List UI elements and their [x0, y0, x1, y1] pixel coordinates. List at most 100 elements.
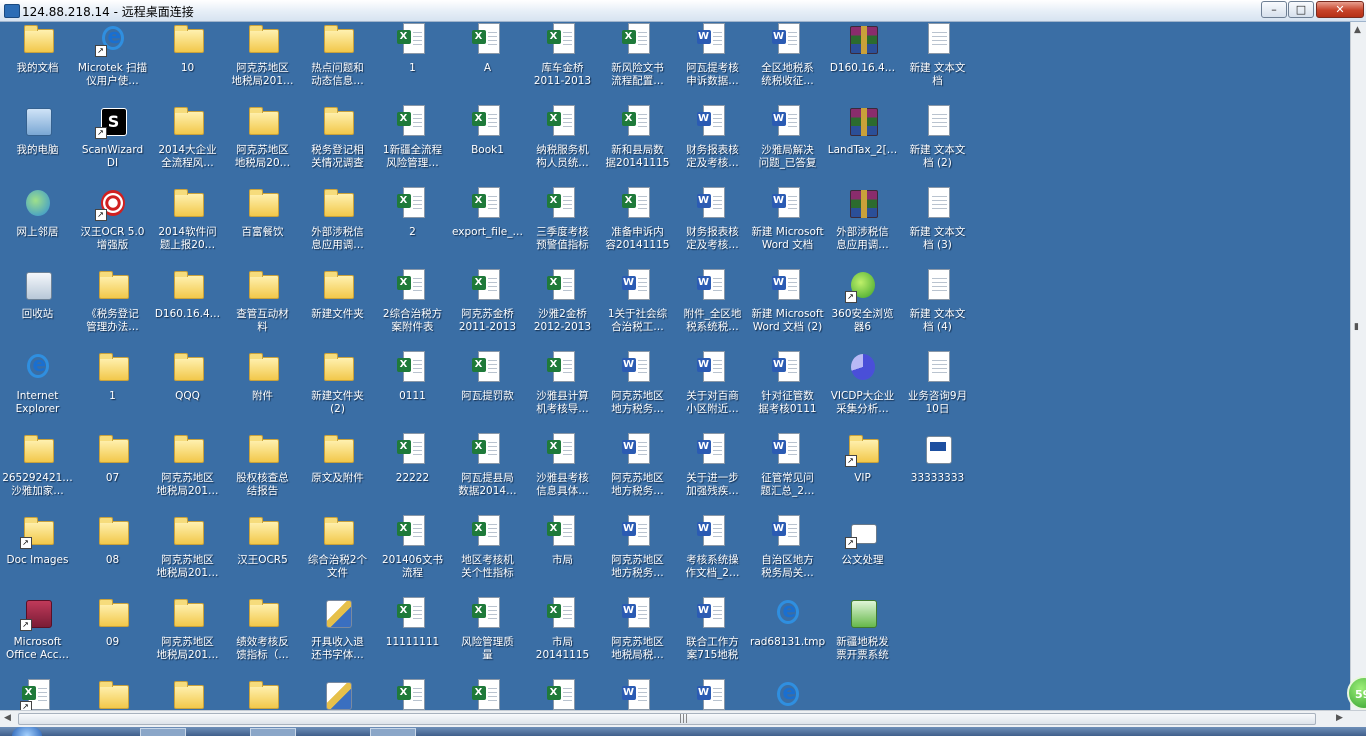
- taskbar-button[interactable]: [250, 728, 296, 736]
- desktop-icon[interactable]: X 11111111: [375, 596, 450, 649]
- desktop-icon[interactable]: X 三季度考核 预警值指标: [525, 186, 600, 252]
- desktop-icon[interactable]: 10: [150, 22, 225, 75]
- desktop-icon[interactable]: 33333333: [900, 432, 975, 485]
- desktop-icon[interactable]: W 附件_全区地 税系统税…: [675, 268, 750, 334]
- desktop-icon[interactable]: 《税务登记 管理办法…: [75, 268, 150, 334]
- desktop-icon[interactable]: W 联合工作方 案715地税: [675, 596, 750, 662]
- desktop-icon[interactable]: 新建文件夹 (2): [300, 350, 375, 416]
- desktop-icon[interactable]: W 征管常见问 题汇总_2…: [750, 432, 825, 498]
- desktop-icon[interactable]: 265292421… 沙雅加家…: [0, 432, 75, 498]
- desktop-icon[interactable]: ↗ VIP: [825, 432, 900, 485]
- desktop-icon[interactable]: 回收站: [0, 268, 75, 321]
- desktop-icon[interactable]: X 22222: [375, 432, 450, 485]
- desktop-icon[interactable]: ↗ Microsoft Office Acc…: [0, 596, 75, 662]
- desktop-icon[interactable]: X Book1: [450, 104, 525, 157]
- desktop-icon[interactable]: 阿克苏地区 地税局201…: [150, 596, 225, 662]
- desktop-icon[interactable]: [750, 678, 825, 710]
- desktop-icon[interactable]: W 自治区地方 税务局关…: [750, 514, 825, 580]
- desktop-icon[interactable]: X ↗: [0, 678, 75, 710]
- desktop-icon[interactable]: 阿克苏地区 地税局201…: [225, 22, 300, 88]
- scroll-up-arrow[interactable]: ▲: [1354, 25, 1361, 35]
- desktop-icon[interactable]: X 新和县局数 据20141115: [600, 104, 675, 170]
- desktop-icon[interactable]: W 阿克苏地区 地方税务…: [600, 350, 675, 416]
- scroll-left-arrow[interactable]: ◀: [4, 713, 11, 723]
- desktop-icon[interactable]: W 新建 Microsoft Word 文档 (2): [750, 268, 825, 334]
- desktop-icon[interactable]: X 阿瓦提罚款: [450, 350, 525, 403]
- desktop-icon[interactable]: W 关于对百商 小区附近…: [675, 350, 750, 416]
- desktop-icon[interactable]: X 阿克苏金桥 2011-2013: [450, 268, 525, 334]
- desktop-icon[interactable]: XA: [450, 22, 525, 75]
- desktop-icon[interactable]: W 关于进一步 加强残疾…: [675, 432, 750, 498]
- desktop-icon[interactable]: W 阿克苏地区 地方税务…: [600, 514, 675, 580]
- desktop-icon[interactable]: W 针对征管数 据考核0111: [750, 350, 825, 416]
- desktop-icon[interactable]: ↗ Doc Images: [0, 514, 75, 567]
- desktop-icon[interactable]: [225, 678, 300, 710]
- desktop-icon[interactable]: 外部涉税信 息应用调…: [300, 186, 375, 252]
- desktop-icon[interactable]: 网上邻居: [0, 186, 75, 239]
- desktop-icon[interactable]: 综合治税2个 文件: [300, 514, 375, 580]
- desktop-icon[interactable]: 阿克苏地区 地税局201…: [150, 432, 225, 498]
- desktop-icon[interactable]: [75, 678, 150, 710]
- desktop-icon[interactable]: X 地区考核机 关个性指标: [450, 514, 525, 580]
- start-button[interactable]: [12, 727, 42, 736]
- desktop-icon[interactable]: X: [375, 678, 450, 710]
- desktop-icon[interactable]: 2014软件问 题上报20…: [150, 186, 225, 252]
- desktop-icon[interactable]: X2: [375, 186, 450, 239]
- desktop-icon[interactable]: rad68131.tmp: [750, 596, 825, 649]
- desktop-icon[interactable]: X 沙雅县计算 机考核导…: [525, 350, 600, 416]
- desktop-icon[interactable]: 汉王OCR5: [225, 514, 300, 567]
- desktop-icon[interactable]: X: [525, 678, 600, 710]
- desktop-icon[interactable]: 阿克苏地区 地税局20…: [225, 104, 300, 170]
- desktop-icon[interactable]: W 财务报表核 定及考核…: [675, 186, 750, 252]
- desktop-icon[interactable]: 新建 文本文 档 (4): [900, 268, 975, 334]
- desktop-icon[interactable]: 08: [75, 514, 150, 567]
- desktop-icon[interactable]: [150, 678, 225, 710]
- desktop-icon[interactable]: 附件: [225, 350, 300, 403]
- desktop-icon[interactable]: Xexport_file_…: [450, 186, 525, 239]
- desktop-icon[interactable]: X 201406文书 流程: [375, 514, 450, 580]
- desktop-icon[interactable]: 业务咨询9月 10日: [900, 350, 975, 416]
- desktop-icon[interactable]: 股权核查总 结报告: [225, 432, 300, 498]
- desktop-icon[interactable]: X 市局 20141115: [525, 596, 600, 662]
- desktop-icon[interactable]: S ↗ ScanWizard DI: [75, 104, 150, 170]
- desktop-icon[interactable]: 查管互动材 料: [225, 268, 300, 334]
- desktop-icon[interactable]: X 1新疆全流程 风险管理…: [375, 104, 450, 170]
- horizontal-scroll-thumb[interactable]: |||: [18, 713, 1316, 725]
- scroll-right-arrow[interactable]: ▶: [1336, 713, 1343, 723]
- desktop-icon[interactable]: D160.16.4…: [150, 268, 225, 321]
- desktop-icon[interactable]: 07: [75, 432, 150, 485]
- horizontal-scrollbar[interactable]: ◀ ||| ▶: [0, 710, 1366, 727]
- desktop-icon[interactable]: ↗ Microtek 扫描 仪用户使…: [75, 22, 150, 88]
- desktop-icon[interactable]: 新建 文本文 档 (3): [900, 186, 975, 252]
- desktop-icon[interactable]: 热点问题和 动态信息…: [300, 22, 375, 88]
- desktop-icon[interactable]: D160.16.4…: [825, 22, 900, 75]
- desktop-icon[interactable]: X 市局: [525, 514, 600, 567]
- desktop-icon[interactable]: 百富餐饮: [225, 186, 300, 239]
- desktop-icon[interactable]: 新建文件夹: [300, 268, 375, 321]
- desktop-icon[interactable]: X 新风险文书 流程配置…: [600, 22, 675, 88]
- desktop-icon[interactable]: 绩效考核反 馈指标（…: [225, 596, 300, 662]
- taskbar-button[interactable]: [140, 728, 186, 736]
- desktop-icon[interactable]: X: [450, 678, 525, 710]
- desktop-icon[interactable]: 09: [75, 596, 150, 649]
- desktop-icon[interactable]: X 风险管理质 量: [450, 596, 525, 662]
- desktop-icon[interactable]: 原文及附件: [300, 432, 375, 485]
- desktop-icon[interactable]: X 阿瓦提县局 数据2014…: [450, 432, 525, 498]
- desktop-icon[interactable]: 1: [75, 350, 150, 403]
- desktop-icon[interactable]: 我的电脑: [0, 104, 75, 157]
- desktop-icon[interactable]: 阿克苏地区 地税局201…: [150, 514, 225, 580]
- desktop-icon[interactable]: 2014大企业 全流程风…: [150, 104, 225, 170]
- desktop-icon[interactable]: W 阿瓦提考核 申诉数据…: [675, 22, 750, 88]
- desktop-icon[interactable]: VICDP大企业 采集分析…: [825, 350, 900, 416]
- desktop-icon[interactable]: Internet Explorer: [0, 350, 75, 416]
- desktop-icon[interactable]: 新疆地税发 票开票系统: [825, 596, 900, 662]
- vertical-scrollbar[interactable]: ▲ ▮: [1350, 22, 1366, 710]
- desktop-icon[interactable]: X 库车金桥 2011-2013: [525, 22, 600, 88]
- desktop-icon[interactable]: W 考核系统操 作文档_2…: [675, 514, 750, 580]
- desktop-icon[interactable]: ↗ 公文处理: [825, 514, 900, 567]
- desktop-icon[interactable]: LandTax_2[…: [825, 104, 900, 157]
- desktop-icon[interactable]: W 阿克苏地区 地税局税…: [600, 596, 675, 662]
- desktop-icon[interactable]: W: [675, 678, 750, 710]
- minimize-button[interactable]: –: [1261, 1, 1287, 18]
- desktop-icon[interactable]: 新建 文本文 档 (2): [900, 104, 975, 170]
